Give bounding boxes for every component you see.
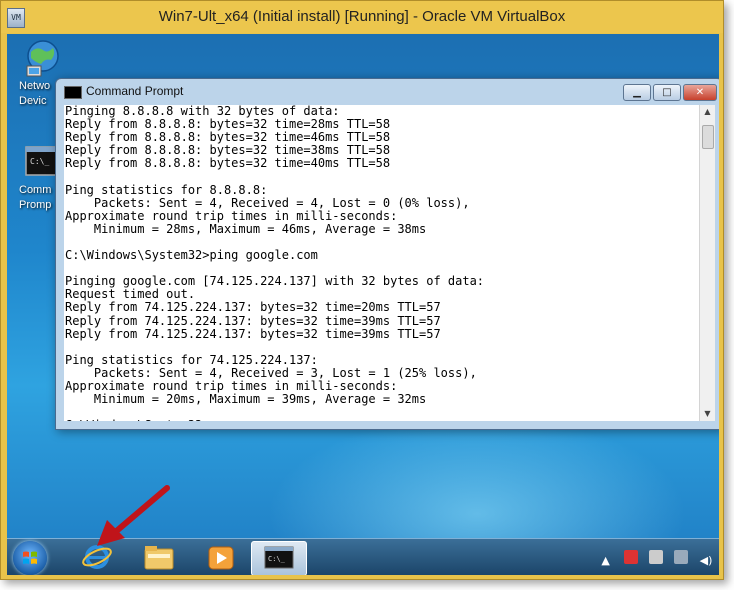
command-prompt-icon bbox=[64, 86, 82, 99]
console-output[interactable]: Pinging 8.8.8.8 with 32 bytes of data: R… bbox=[64, 105, 699, 421]
start-button[interactable] bbox=[13, 541, 47, 575]
minimize-button[interactable]: ▁ bbox=[623, 84, 651, 101]
scroll-down-icon[interactable]: ▼ bbox=[700, 407, 715, 421]
scroll-up-icon[interactable]: ▲ bbox=[700, 105, 715, 119]
guest-desktop: Netwo Devic C:\_ Comm Promp Command Prom… bbox=[7, 34, 719, 575]
network-globe-icon bbox=[23, 38, 63, 78]
close-button[interactable]: ✕ bbox=[683, 84, 717, 101]
svg-text:C:\_: C:\_ bbox=[268, 555, 286, 563]
command-prompt-icon: C:\_ bbox=[264, 546, 294, 569]
windows-logo-icon bbox=[23, 551, 37, 564]
action-center-icon[interactable] bbox=[623, 550, 638, 564]
scroll-thumb[interactable] bbox=[702, 125, 714, 149]
svg-text:C:\_: C:\_ bbox=[30, 157, 49, 166]
maximize-button[interactable]: □ bbox=[653, 84, 681, 101]
window-title: Command Prompt bbox=[86, 84, 184, 98]
volume-icon[interactable]: ◀) bbox=[699, 554, 713, 568]
taskbar-media-player[interactable] bbox=[193, 541, 249, 574]
command-prompt-titlebar[interactable]: Command Prompt ▁ □ ✕ bbox=[56, 79, 719, 105]
media-player-icon bbox=[208, 546, 234, 570]
virtualbox-title: Win7-Ult_x64 (Initial install) [Running]… bbox=[158, 8, 566, 25]
vertical-scrollbar[interactable]: ▲ ▼ bbox=[699, 105, 715, 421]
safely-remove-icon[interactable] bbox=[648, 550, 663, 564]
virtualbox-titlebar[interactable]: VM Win7-Ult_x64 (Initial install) [Runni… bbox=[1, 1, 723, 33]
console-text: Pinging 8.8.8.8 with 32 bytes of data: R… bbox=[65, 105, 485, 421]
taskbar-command-prompt[interactable]: C:\_ bbox=[251, 541, 307, 575]
annotation-arrow bbox=[97, 485, 170, 546]
system-tray: ▲ ◀) bbox=[593, 549, 713, 567]
virtualbox-window: VM Win7-Ult_x64 (Initial install) [Runni… bbox=[0, 0, 724, 580]
show-hidden-icons[interactable]: ▲ bbox=[599, 554, 613, 568]
command-prompt-window: Command Prompt ▁ □ ✕ Pinging 8.8.8.8 wit… bbox=[55, 78, 719, 430]
network-icon[interactable] bbox=[673, 550, 688, 564]
